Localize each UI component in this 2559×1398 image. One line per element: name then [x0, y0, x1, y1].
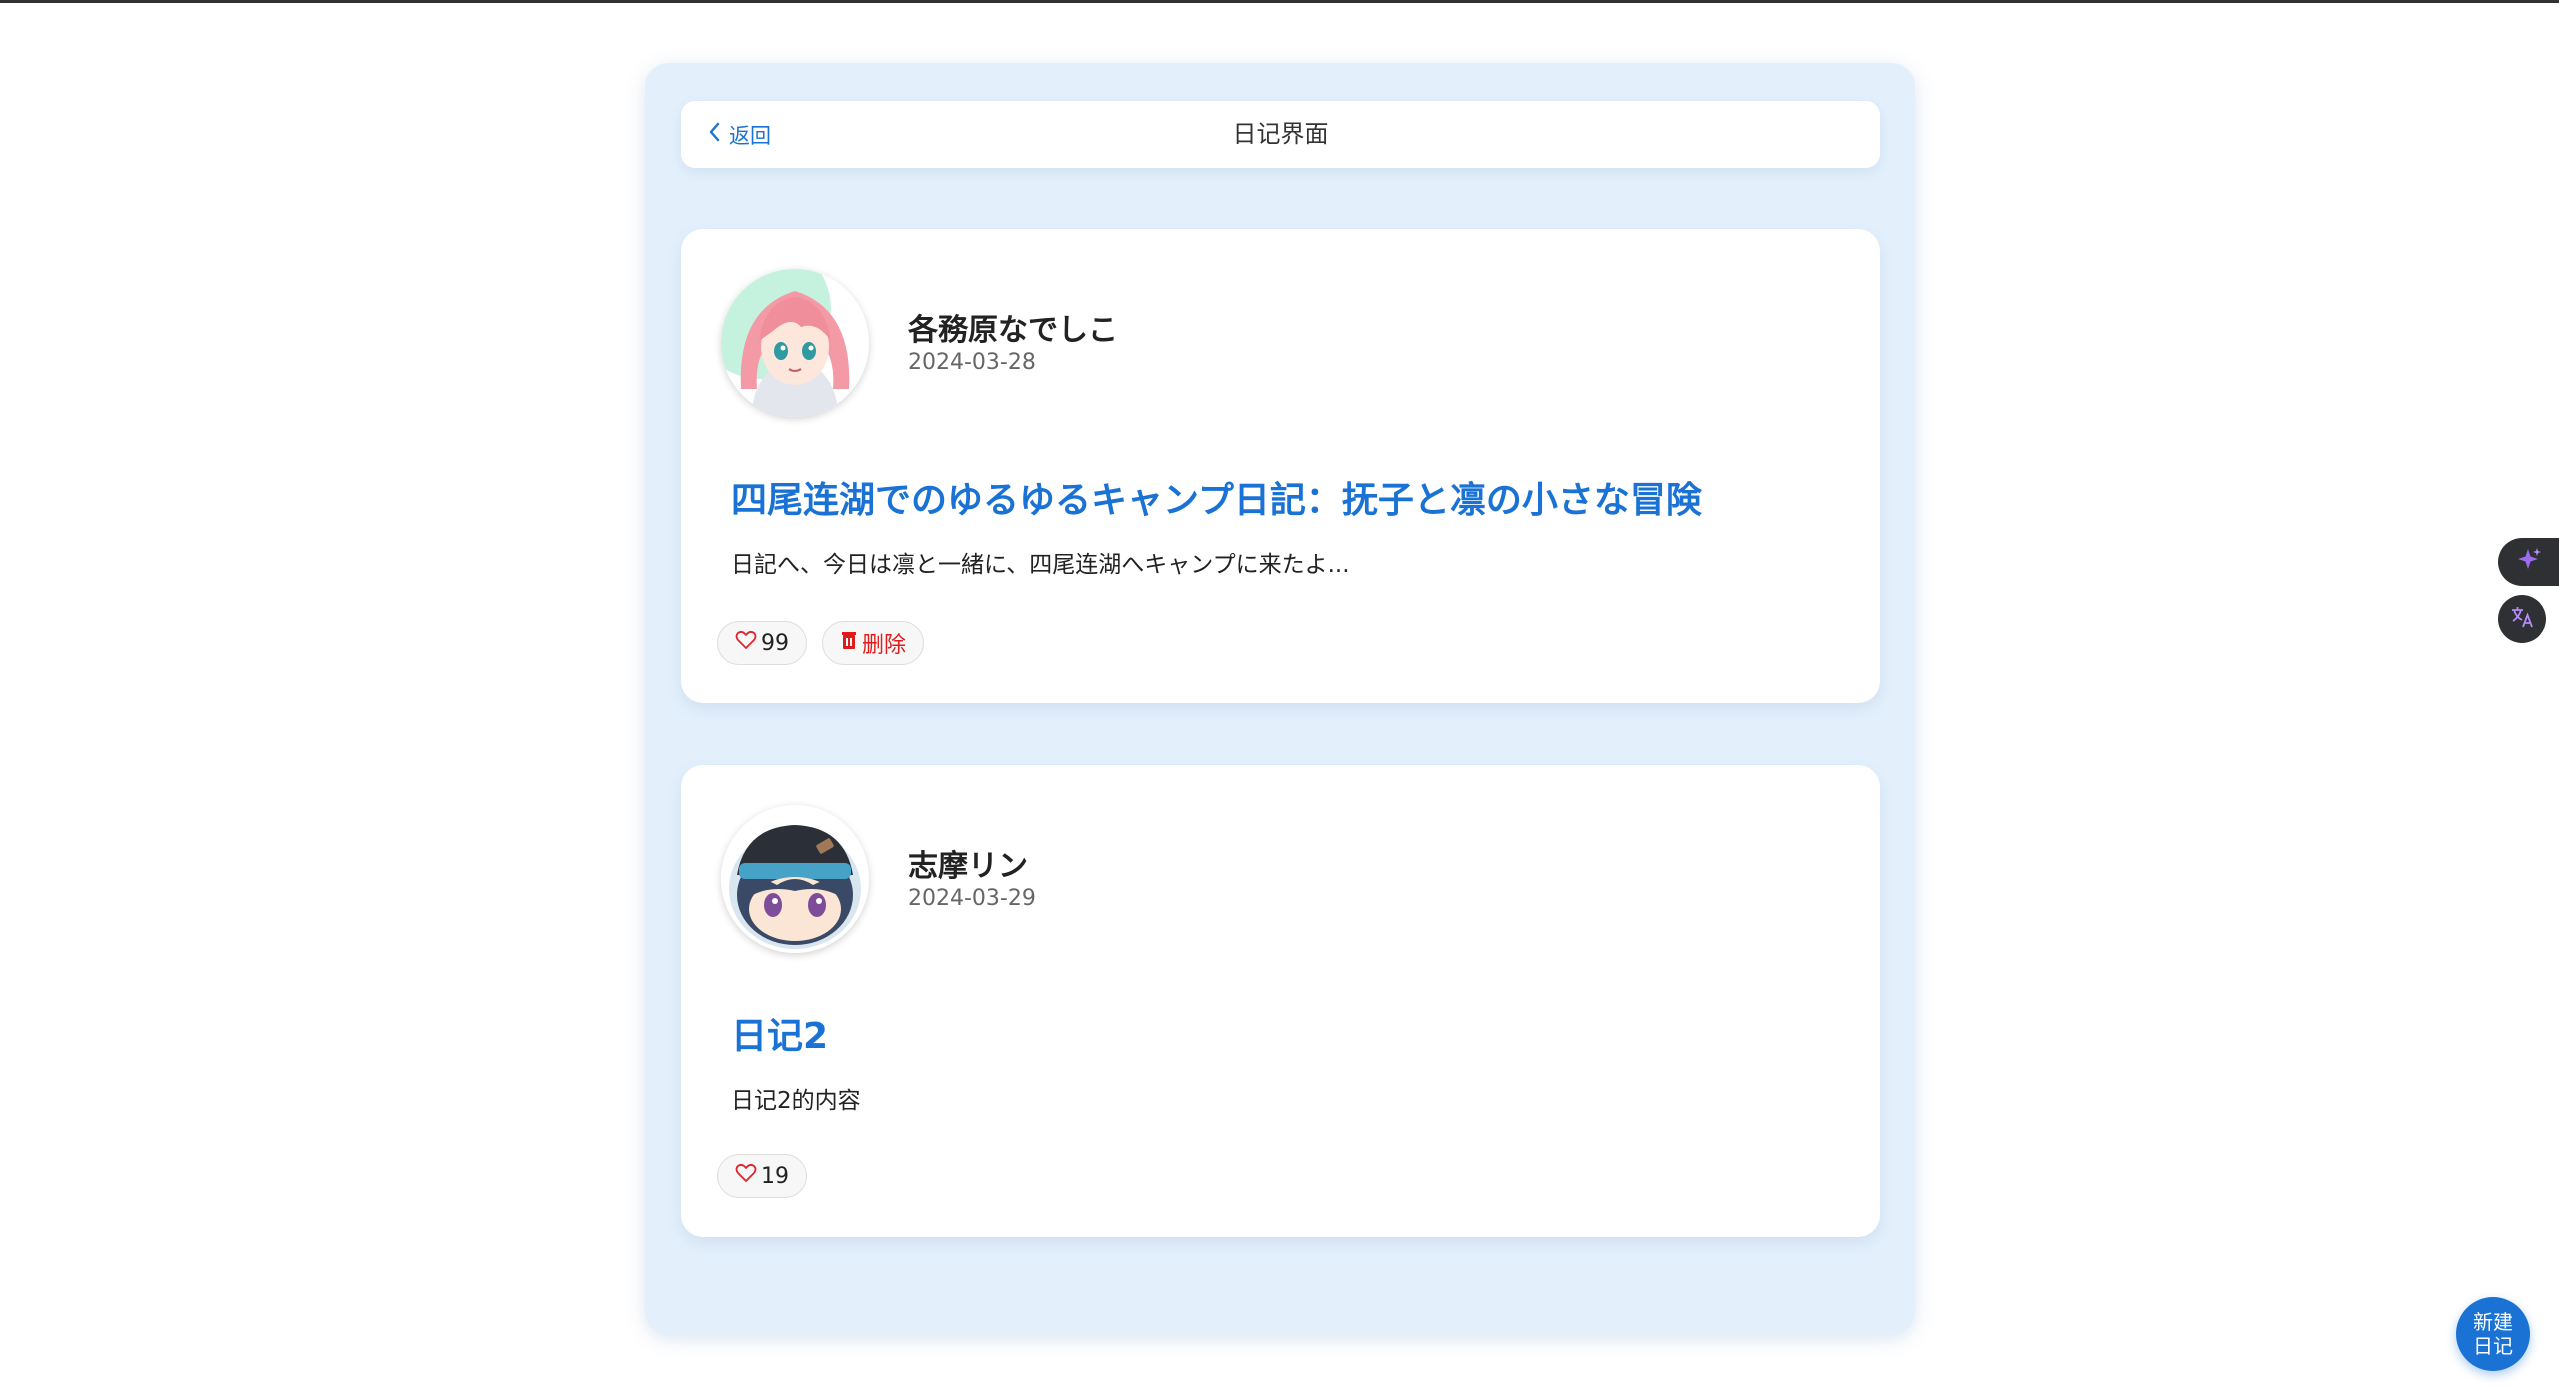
heart-outline-icon [735, 1163, 757, 1189]
diary-excerpt: 日記へ、今日は凛と一緒に、四尾连湖へキャンプに来たよ... [731, 552, 1350, 578]
diary-card[interactable]: 各務原なでしこ 2024-03-28 四尾连湖でのゆるゆるキャンプ日記：抚子と凛… [681, 229, 1880, 703]
delete-label: 删除 [862, 633, 907, 658]
author-info: 志摩リン 2024-03-29 [908, 849, 1036, 913]
diary-actions: 99 删除 [717, 621, 925, 665]
translate-button[interactable] [2498, 595, 2546, 643]
translate-icon [2508, 603, 2536, 635]
diary-actions: 19 [717, 1154, 807, 1198]
diary-title[interactable]: 日记2 [731, 1007, 828, 1059]
ai-assistant-button[interactable] [2498, 538, 2559, 586]
top-border [0, 0, 2559, 3]
diary-panel: 返回 日记界面 各務原なでしこ 2024-03-28 四尾连湖でのゆるゆるキャン… [645, 63, 1915, 1335]
author-name: 志摩リン [908, 849, 1028, 884]
new-diary-label-line1: 新建 [2473, 1310, 2513, 1334]
author-info: 各務原なでしこ 2024-03-28 [908, 313, 1118, 377]
like-button[interactable]: 19 [717, 1154, 807, 1198]
post-date: 2024-03-28 [908, 350, 1036, 375]
like-count: 19 [761, 1163, 789, 1189]
nav-bar: 返回 日记界面 [681, 101, 1880, 168]
author-name: 各務原なでしこ [908, 313, 1118, 348]
post-date: 2024-03-29 [908, 886, 1036, 911]
new-diary-button[interactable]: 新建 日记 [2456, 1297, 2530, 1371]
like-button[interactable]: 99 [717, 621, 807, 665]
sparkle-icon [2516, 546, 2544, 578]
page-title: 日记界面 [1232, 120, 1329, 148]
avatar [721, 269, 869, 417]
avatar [721, 805, 869, 953]
like-count: 99 [761, 630, 789, 656]
delete-button[interactable]: 删除 [822, 621, 925, 665]
new-diary-label-line2: 日记 [2473, 1334, 2513, 1358]
diary-card[interactable]: 志摩リン 2024-03-29 日记2 日记2的内容 19 [681, 765, 1880, 1237]
heart-outline-icon [735, 630, 757, 656]
trash-icon [840, 630, 858, 656]
diary-excerpt: 日记2的内容 [731, 1088, 861, 1114]
diary-title[interactable]: 四尾连湖でのゆるゆるキャンプ日記：抚子と凛の小さな冒険 [731, 471, 1702, 523]
